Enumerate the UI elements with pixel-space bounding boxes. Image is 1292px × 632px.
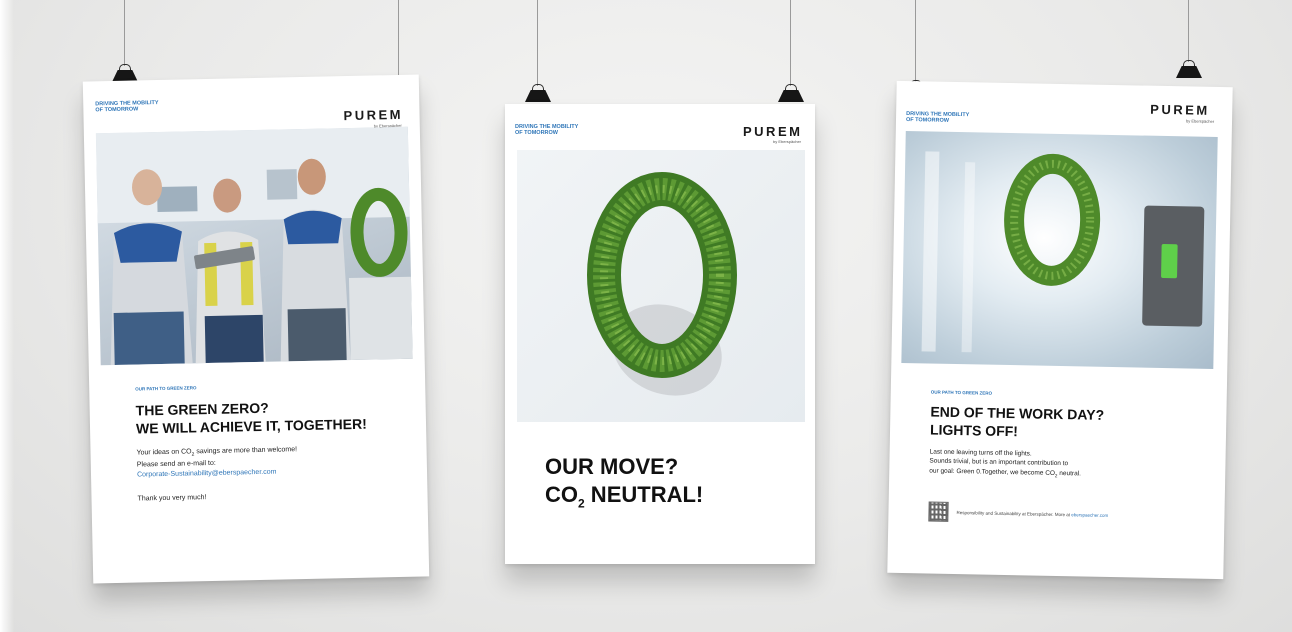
workers-illustration bbox=[95, 126, 413, 366]
body-text-part: our goal: Green 0.Together, we become CO bbox=[929, 467, 1056, 477]
poster-footer-note: Responsibility and Sustainability at Ebe… bbox=[956, 510, 1108, 518]
headline-co: CO bbox=[545, 482, 578, 507]
poster-photo-moss-zero bbox=[517, 150, 805, 422]
poster-kicker: Our path to green zero bbox=[135, 385, 197, 392]
poster-headline-line2: LIGHTS OFF! bbox=[929, 421, 1019, 440]
moss-zero-illustration bbox=[587, 172, 737, 396]
poster-photo-office bbox=[901, 131, 1218, 369]
purem-logo-subtitle: by Eberspächer bbox=[773, 139, 802, 144]
poster-thanks: Thank you very much! bbox=[137, 494, 207, 503]
poster-body: Last one leaving turns off the lights. S… bbox=[929, 448, 1081, 481]
poster-co2-neutral: Driving the mobility of tomorrow PUREM b… bbox=[505, 104, 815, 564]
office-illustration bbox=[921, 151, 1205, 353]
purem-logo: PUREM bbox=[343, 106, 404, 124]
poster-headline-line2: CO2 NEUTRAL! bbox=[545, 482, 703, 511]
hanging-string bbox=[124, 0, 125, 66]
binder-clip-icon bbox=[1176, 60, 1202, 78]
purem-logo: PUREM bbox=[743, 124, 803, 139]
footer-link[interactable]: eberspaecher.com bbox=[1071, 512, 1108, 518]
moss-zero-icon bbox=[1004, 153, 1101, 286]
poster-kicker: Our path to green zero bbox=[930, 389, 993, 396]
purem-logo-subtitle: by Eberspächer bbox=[1185, 118, 1215, 124]
headline-neutral: NEUTRAL! bbox=[584, 482, 704, 507]
subscript-2: 2 bbox=[578, 496, 585, 511]
hanging-string bbox=[1188, 0, 1189, 62]
poster-headline-line1: END OF THE WORK DAY? bbox=[930, 403, 1105, 423]
body-text-line2: Please send an e-mail to: bbox=[136, 459, 216, 469]
binder-clip-icon bbox=[525, 84, 551, 102]
body-text-part: Your ideas on CO bbox=[136, 448, 192, 457]
poster-tagline: Driving the mobility of tomorrow bbox=[515, 124, 579, 136]
body-text-line1: Last one leaving turns off the lights. bbox=[929, 448, 1032, 458]
hanging-string bbox=[790, 0, 791, 86]
poster-tagline: Driving the mobility of tomorrow bbox=[905, 111, 970, 124]
binder-clip-icon bbox=[112, 64, 138, 82]
body-text-line2: Sounds trivial, but is an important cont… bbox=[929, 457, 1069, 468]
hanging-string bbox=[537, 0, 538, 86]
poster-lights-off: Driving the mobility of tomorrow PUREM b… bbox=[887, 80, 1233, 580]
body-text-part: neutral. bbox=[1057, 469, 1082, 478]
email-link[interactable]: Corporate-Sustainability@eberspaecher.co… bbox=[137, 468, 277, 478]
poster-headline-line1: THE GREEN ZERO? bbox=[135, 399, 269, 419]
poster-tagline: Driving the mobility of tomorrow bbox=[95, 99, 159, 114]
qr-code-icon bbox=[928, 501, 949, 522]
hanging-string bbox=[915, 0, 916, 82]
poster-body: Your ideas on CO2 savings are more than … bbox=[136, 445, 297, 480]
binder-clip-icon bbox=[778, 84, 804, 102]
footer-note-text: Responsibility and Sustainability at Ebe… bbox=[956, 510, 1071, 518]
poster-photo-workers bbox=[95, 126, 413, 366]
purem-logo: PUREM bbox=[1150, 101, 1210, 118]
poster-headline-line2: WE WILL ACHIEVE IT, TOGETHER! bbox=[135, 415, 367, 437]
poster-green-zero: Driving the mobility of tomorrow PUREM b… bbox=[82, 74, 430, 584]
body-text-part: savings are more than welcome! bbox=[194, 446, 298, 456]
poster-headline-line1: OUR MOVE? bbox=[545, 454, 679, 479]
hanging-string bbox=[398, 0, 399, 84]
